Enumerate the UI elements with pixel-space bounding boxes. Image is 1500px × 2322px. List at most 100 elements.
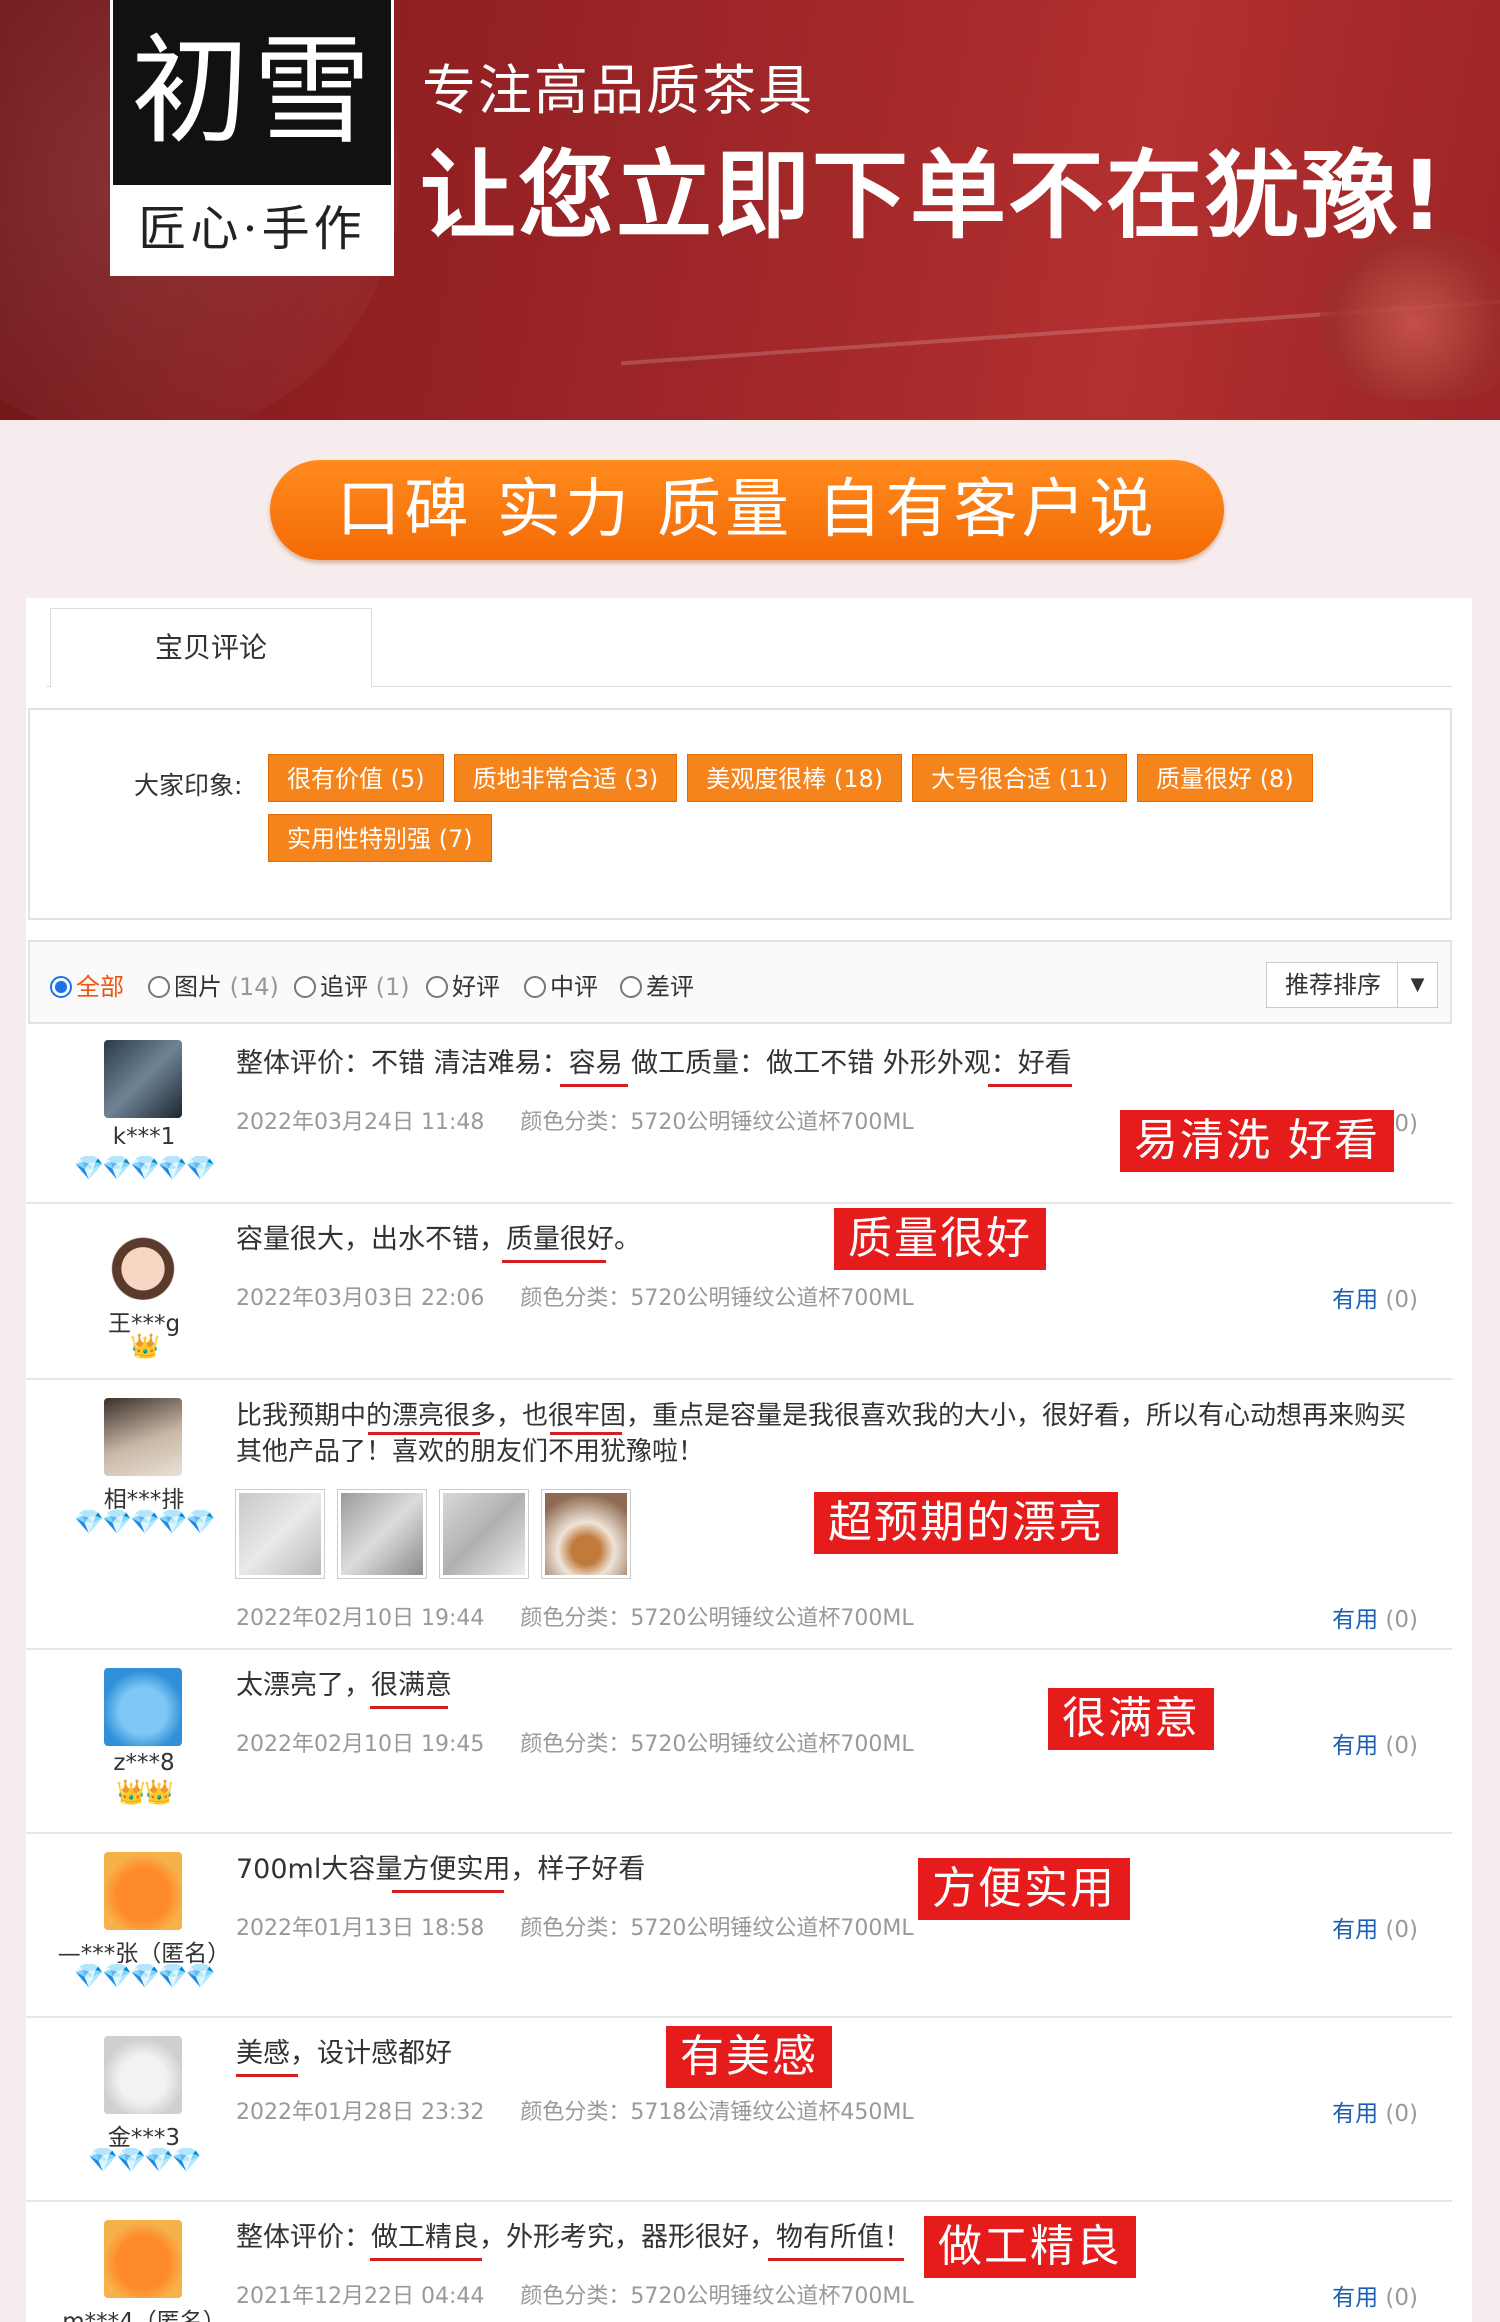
review-item: k***1 💎💎💎💎💎 整体评价：不错 清洁难易：容易 做工质量：做工不错 外形…: [26, 1028, 1452, 1204]
brand-logo: 初雪 匠心·手作: [110, 0, 394, 276]
logo-subtitle: 匠心·手作: [113, 185, 391, 273]
impression-tag[interactable]: 很有价值 (5): [268, 754, 444, 802]
useful-button[interactable]: 有用 (0): [1332, 1726, 1418, 1760]
level-badge: 💎💎💎💎💎: [74, 1508, 215, 1536]
useful-count: (0): [1385, 2101, 1418, 2127]
filter-followup-label: 追评: [320, 973, 368, 1001]
highlight-underline: [370, 2258, 482, 2261]
filter-bad-label: 差评: [646, 973, 694, 1001]
impression-tag[interactable]: 实用性特别强 (7): [268, 814, 492, 862]
review-meta: 2022年02月10日 19:45 颜色分类：5720公明锤纹公道杯700ML: [236, 1726, 914, 1758]
level-badge: 💎💎💎💎💎: [74, 1154, 215, 1182]
useful-button[interactable]: 有用 (0): [1332, 1280, 1418, 1314]
filter-images-count: (14): [229, 973, 279, 1001]
useful-label: 有用: [1332, 1733, 1379, 1759]
useful-button[interactable]: 有用 (0): [1332, 1910, 1418, 1944]
review-thumbnail[interactable]: [541, 1489, 631, 1579]
review-item: m***4（匿名） 整体评价：做工精良，外形考究，器形很好，物有所值！ 2021…: [26, 2202, 1452, 2322]
crown-badge: 👑👑: [116, 1778, 174, 1806]
radio-icon[interactable]: [148, 976, 170, 998]
review-date: 2022年03月24日 11:48: [236, 1110, 485, 1135]
review-thumbnail[interactable]: [337, 1489, 427, 1579]
review-meta: 2022年01月28日 23:32 颜色分类：5718公清锤纹公道杯450ML: [236, 2094, 914, 2126]
review-text: 美感，设计感都好: [236, 2038, 452, 2069]
review-spec: 颜色分类：5718公清锤纹公道杯450ML: [520, 2100, 914, 2125]
impression-tag[interactable]: 大号很合适 (11): [912, 754, 1128, 802]
highlight-callout: 超预期的漂亮: [814, 1492, 1118, 1554]
level-badge: 💎💎💎💎💎: [74, 1962, 215, 1990]
filter-good[interactable]: 好评: [426, 967, 500, 1002]
highlight-underline: [236, 2074, 298, 2077]
review-item: 王***g 👑 容量很大，出水不错，质量很好。 2022年03月03日 22:0…: [26, 1204, 1452, 1380]
review-date: 2022年01月28日 23:32: [236, 2100, 485, 2125]
filter-neutral[interactable]: 中评: [524, 967, 598, 1002]
review-spec: 颜色分类：5720公明锤纹公道杯700ML: [520, 1916, 914, 1941]
crown-badge: 👑: [130, 1332, 160, 1360]
review-thumbnail[interactable]: [439, 1489, 529, 1579]
filter-followup-count: (1): [375, 973, 410, 1001]
tab-bar: 宝贝评论: [26, 598, 1472, 688]
useful-label: 有用: [1332, 1607, 1379, 1633]
review-text: 700ml大容量方便实用，样子好看: [236, 1854, 646, 1885]
highlight-underline: [368, 1432, 480, 1435]
username: z***8: [113, 1750, 175, 1776]
review-item: 金***3 💎💎💎💎 美感，设计感都好 2022年01月28日 23:32 颜色分…: [26, 2018, 1452, 2202]
filter-images[interactable]: 图片 (14): [148, 967, 279, 1002]
review-text: 整体评价：做工精良，外形考究，器形很好，物有所值！: [236, 2222, 911, 2253]
sort-dropdown[interactable]: 推荐排序 ▼: [1266, 962, 1438, 1008]
impression-tag[interactable]: 质地非常合适 (3): [453, 754, 678, 802]
tab-reviews[interactable]: 宝贝评论: [50, 608, 372, 688]
avatar: [104, 1668, 182, 1746]
logo-text: 初雪: [130, 22, 375, 160]
caret-down-icon[interactable]: ▼: [1397, 963, 1437, 1007]
review-spec: 颜色分类：5720公明锤纹公道杯700ML: [520, 1286, 914, 1311]
review-thumbnail[interactable]: [235, 1489, 325, 1579]
impression-tags: 很有价值 (5) 质地非常合适 (3) 美观度很棒 (18) 大号很合适 (11) 质量…: [268, 754, 1418, 874]
review-date: 2022年02月10日 19:44: [236, 1606, 485, 1631]
filter-all[interactable]: 全部: [50, 967, 124, 1002]
impression-box: 大家印象: 很有价值 (5) 质地非常合适 (3) 美观度很棒 (18) 大号很合适 …: [28, 708, 1452, 920]
review-text-line2: 其他产品了！喜欢的朋友们不用犹豫啦！: [236, 1437, 705, 1467]
highlight-callout: 质量很好: [834, 1208, 1046, 1270]
level-badge: 💎💎💎💎: [88, 2146, 202, 2174]
review-images: [235, 1489, 644, 1582]
useful-count: (0): [1385, 1917, 1418, 1943]
review-text: 容量很大，出水不错，质量很好。: [236, 1224, 641, 1255]
header-banner: 初雪 匠心·手作 专注高品质茶具 让您立即下单不在犹豫!: [0, 0, 1500, 420]
radio-icon[interactable]: [294, 976, 316, 998]
review-item: z***8 👑👑 太漂亮了，很满意 2022年02月10日 19:45 颜色分类：…: [26, 1650, 1452, 1834]
radio-icon[interactable]: [50, 976, 72, 998]
review-meta: 2022年01月13日 18:58 颜色分类：5720公明锤纹公道杯700ML: [236, 1910, 914, 1942]
review-date: 2022年02月10日 19:45: [236, 1732, 485, 1757]
useful-button[interactable]: 有用 (0): [1332, 2278, 1418, 2312]
avatar: [104, 2220, 182, 2298]
radio-icon[interactable]: [620, 976, 642, 998]
radio-icon[interactable]: [426, 976, 448, 998]
useful-count: (0): [1385, 1733, 1418, 1759]
highlight-underline: [502, 1260, 606, 1263]
highlight-callout: 易清洗 好看: [1120, 1110, 1394, 1172]
avatar: [104, 1852, 182, 1930]
filter-images-label: 图片: [174, 973, 222, 1001]
filter-all-label: 全部: [76, 973, 124, 1001]
review-spec: 颜色分类：5720公明锤纹公道杯700ML: [520, 1110, 914, 1135]
radio-icon[interactable]: [524, 976, 546, 998]
review-date: 2022年01月13日 18:58: [236, 1916, 485, 1941]
review-item: 相***排 💎💎💎💎💎 比我预期中的漂亮很多，也很牢固，重点是容量是我很喜欢我的…: [26, 1380, 1452, 1650]
filter-followup[interactable]: 追评 (1): [294, 967, 410, 1002]
impression-tag[interactable]: 美观度很棒 (18): [687, 754, 903, 802]
highlight-underline: [370, 1706, 448, 1709]
highlight-callout: 方便实用: [918, 1858, 1130, 1920]
review-text: 比我预期中的漂亮很多，也很牢固，重点是容量是我很喜欢我的大小，很好看，所以有心动…: [236, 1401, 1407, 1431]
useful-button[interactable]: 有用 (0): [1332, 2094, 1418, 2128]
useful-label: 有用: [1332, 2285, 1379, 2311]
useful-button[interactable]: 有用 (0): [1332, 1600, 1418, 1634]
review-text: 整体评价：不错 清洁难易：容易 做工质量：做工不错 外形外观：好看: [236, 1048, 1072, 1079]
useful-count: (0): [1385, 1607, 1418, 1633]
highlight-underline: [560, 1084, 628, 1087]
review-spec: 颜色分类：5720公明锤纹公道杯700ML: [520, 1606, 914, 1631]
impression-tag[interactable]: 质量很好 (8): [1137, 754, 1313, 802]
filter-bad[interactable]: 差评: [620, 967, 694, 1002]
username: k***1: [112, 1124, 176, 1150]
slogan-line-1: 专注高品质茶具: [422, 59, 814, 122]
